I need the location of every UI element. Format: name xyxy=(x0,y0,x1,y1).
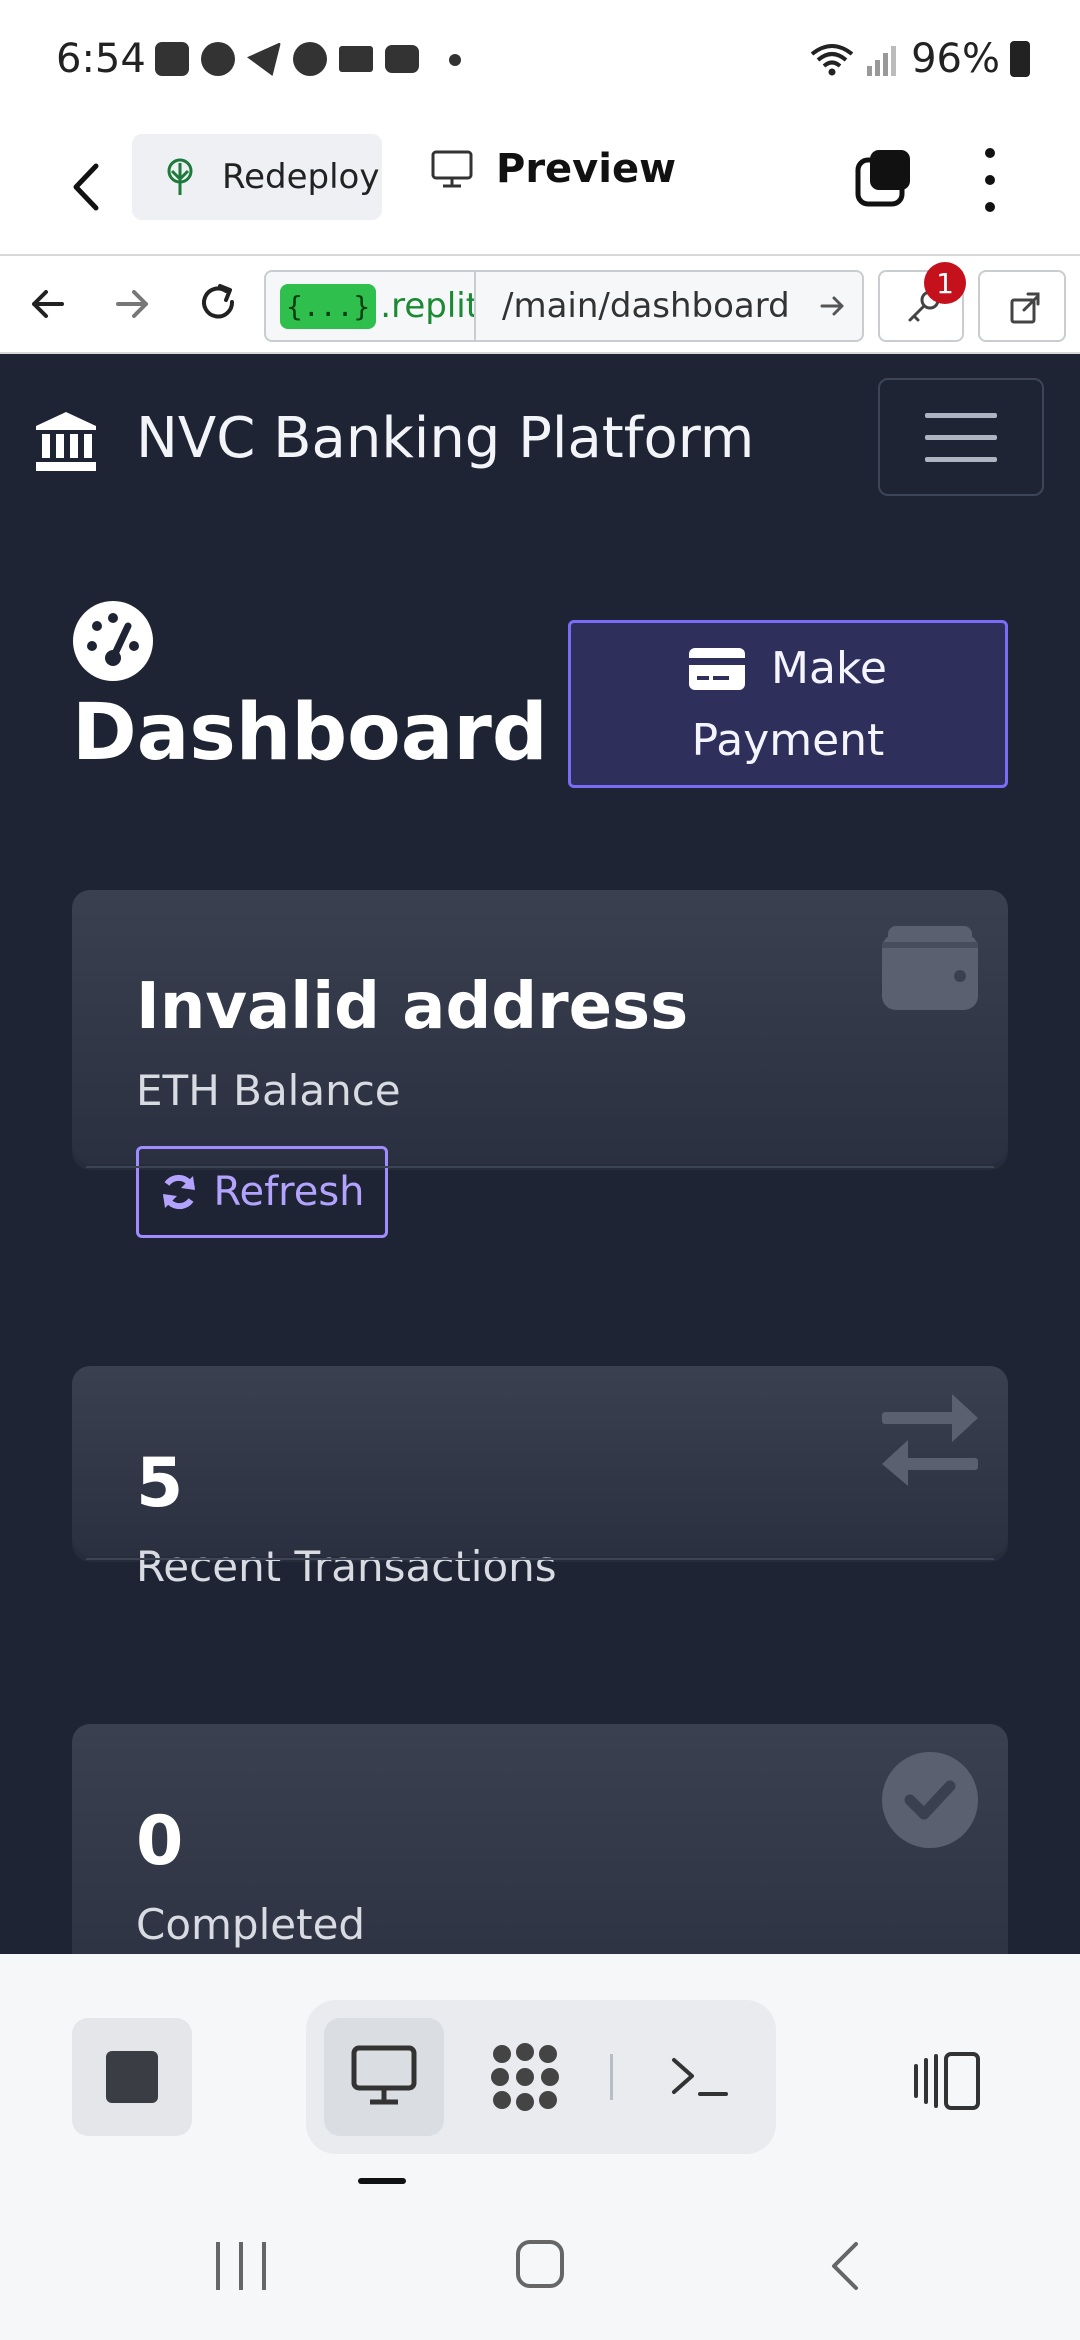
toolbar-indicator xyxy=(358,2178,406,2184)
url-pill: {...} xyxy=(280,283,377,329)
browser-bar: {...} .replit.c /main/dashboard 1 xyxy=(0,254,1080,354)
system-back-icon[interactable] xyxy=(826,2240,866,2292)
redeploy-button[interactable]: Redeploy xyxy=(132,134,382,220)
url-bar[interactable]: {...} .replit.c /main/dashboard xyxy=(264,270,864,342)
recent-transactions-value: 5 xyxy=(136,1444,184,1523)
exchange-icon xyxy=(882,1394,978,1486)
make-payment-label-2: Payment xyxy=(691,715,885,766)
reload-icon[interactable] xyxy=(192,278,244,330)
home-icon[interactable] xyxy=(516,2240,564,2288)
status-right: 96% xyxy=(809,36,1030,82)
open-external-button[interactable] xyxy=(978,270,1066,342)
status-bar: 6:54 96% xyxy=(0,0,1080,118)
agent-icon[interactable] xyxy=(488,2040,562,2114)
stop-icon xyxy=(106,2051,158,2103)
preview-tab[interactable]: Preview xyxy=(430,146,676,192)
recent-apps-icon[interactable] xyxy=(216,2242,266,2290)
replit-topbar: Redeploy Preview xyxy=(0,118,1080,254)
more-options-icon[interactable] xyxy=(976,148,1004,212)
browser-back-icon[interactable] xyxy=(22,278,74,330)
monitor-icon xyxy=(431,150,473,188)
check-circle-icon xyxy=(882,1752,978,1848)
wallet-icon xyxy=(882,926,978,1010)
dashboard-gauge-icon xyxy=(73,601,153,681)
completed-label: Completed xyxy=(136,1900,366,1949)
signal-icon xyxy=(867,46,897,76)
notification-icons xyxy=(155,42,461,76)
page-title: Dashboard xyxy=(72,688,548,778)
replit-icon xyxy=(155,42,189,76)
preview-label: Preview xyxy=(496,146,677,192)
voicemail-icon xyxy=(385,45,419,73)
android-nav-bar xyxy=(0,2194,1080,2340)
recent-transactions-card: 5 Recent Transactions xyxy=(72,1366,1008,1591)
mail-icon xyxy=(339,46,373,72)
battery-percent: 96% xyxy=(911,36,1000,82)
make-payment-button[interactable]: Make Payment xyxy=(568,620,1008,788)
replit-bottom-toolbar xyxy=(0,1954,1080,2194)
eth-balance-card: Invalid address ETH Balance Refresh xyxy=(72,890,1008,1238)
wifi-icon xyxy=(810,44,854,76)
terminal-icon[interactable] xyxy=(668,2052,730,2102)
completed-card: 0 Completed xyxy=(72,1724,1008,1954)
notification-badge: 1 xyxy=(924,262,966,304)
external-link-icon xyxy=(1010,292,1040,324)
monitor-icon xyxy=(351,2045,417,2105)
recent-transactions-label: Recent Transactions xyxy=(136,1542,557,1591)
more-dot-icon xyxy=(449,54,461,66)
tool-separator xyxy=(610,2054,613,2100)
stop-button[interactable] xyxy=(72,2018,192,2136)
eth-balance-value: Invalid address xyxy=(136,970,689,1044)
url-domain: .replit.c xyxy=(380,286,474,326)
bank-icon xyxy=(36,412,96,471)
browser-forward-icon[interactable] xyxy=(106,278,158,330)
credit-card-icon xyxy=(689,648,746,690)
menu-toggle-button[interactable] xyxy=(878,378,1044,496)
viber-icon xyxy=(293,42,327,76)
url-path: /main/dashboard xyxy=(502,286,790,326)
chat-icon xyxy=(201,42,235,76)
app-navbar: NVC Banking Platform xyxy=(0,354,1080,524)
brand-title[interactable]: NVC Banking Platform xyxy=(136,406,754,471)
refresh-button[interactable]: Refresh xyxy=(136,1146,388,1238)
refresh-label: Refresh xyxy=(213,1169,365,1215)
tabs-switcher-icon[interactable] xyxy=(854,148,914,208)
completed-value: 0 xyxy=(136,1802,184,1881)
tool-switcher xyxy=(306,2000,776,2154)
refresh-icon xyxy=(163,1174,196,1210)
battery-icon xyxy=(1010,41,1030,77)
telegram-icon xyxy=(247,42,281,76)
deploy-tree-icon xyxy=(167,158,193,195)
back-chevron-icon[interactable] xyxy=(62,152,112,222)
eth-balance-label: ETH Balance xyxy=(136,1066,401,1115)
url-host: {...} .replit.c xyxy=(266,272,476,340)
app-webview: NVC Banking Platform Dashboard Make Paym… xyxy=(0,354,1080,1954)
redeploy-label: Redeploy xyxy=(222,157,380,197)
device-layout-icon[interactable] xyxy=(912,2050,982,2112)
status-time: 6:54 xyxy=(56,36,146,82)
go-arrow-icon[interactable] xyxy=(816,290,848,322)
make-payment-label-1: Make xyxy=(771,643,887,694)
